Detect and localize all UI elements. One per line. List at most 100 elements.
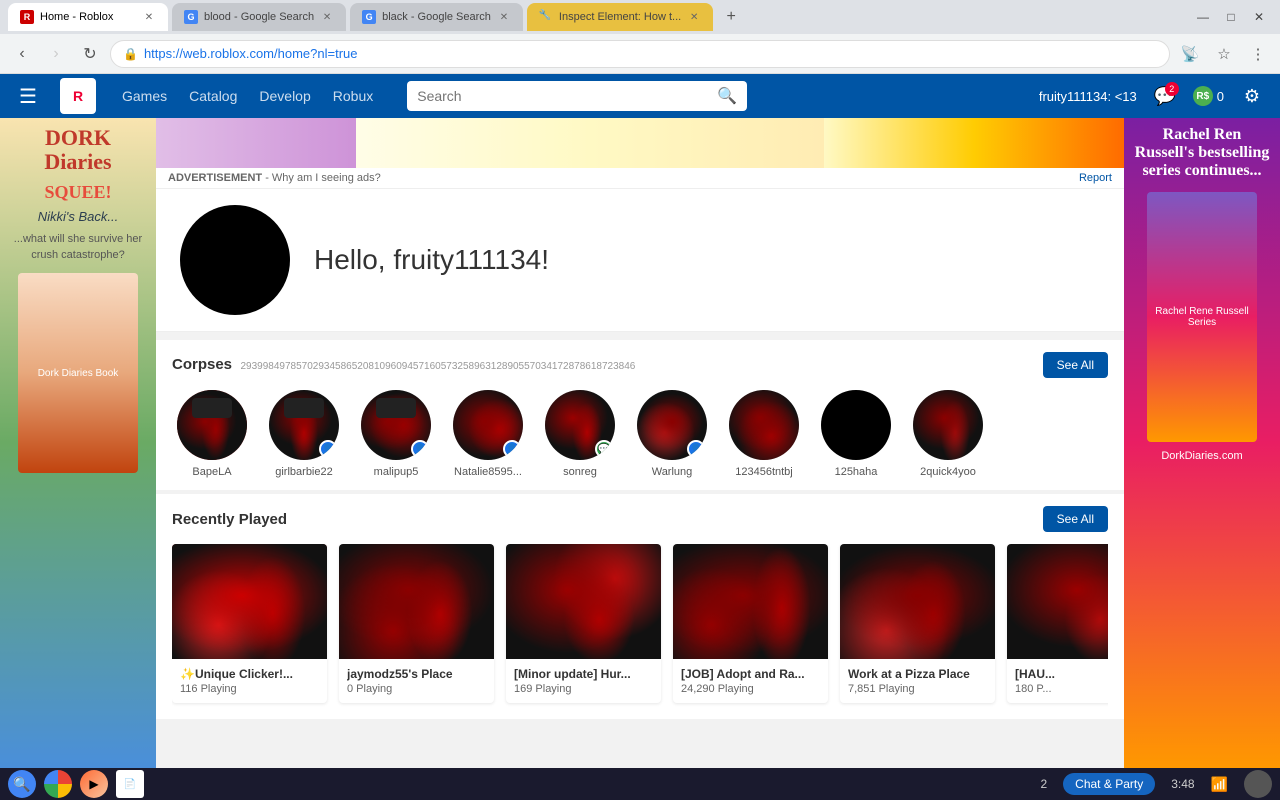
- game-info-5: [HAU... 180 P...: [1007, 659, 1108, 703]
- chat-party-button[interactable]: Chat & Party: [1063, 773, 1155, 795]
- advertisement-label: ADVERTISEMENT - Why am I seeing ads?: [168, 172, 1071, 184]
- taskbar-time: 3:48: [1171, 777, 1194, 791]
- corpses-see-all-button[interactable]: See All: [1043, 352, 1108, 378]
- taskbar-avatar[interactable]: [1244, 770, 1272, 798]
- cast-icon[interactable]: 📡: [1176, 40, 1204, 68]
- game-info-4: Work at a Pizza Place 7,851 Playing: [840, 659, 995, 703]
- friend-avatar-natalie: 👤: [453, 390, 523, 460]
- nav-develop[interactable]: Develop: [249, 82, 320, 110]
- roblox-logo[interactable]: R: [60, 78, 96, 114]
- forward-button[interactable]: ›: [42, 40, 70, 68]
- friend-avatar-malipup5: 👤: [361, 390, 431, 460]
- tab-close-inspect[interactable]: ✕: [687, 10, 701, 24]
- recently-played-see-all-button[interactable]: See All: [1043, 506, 1108, 532]
- bookmark-icon[interactable]: ☆: [1210, 40, 1238, 68]
- tab-favicon-black: G: [362, 10, 376, 24]
- tab-roblox[interactable]: R Home - Roblox ✕: [8, 3, 168, 31]
- recently-played-title: Recently Played: [172, 511, 287, 528]
- taskbar-appstore-button[interactable]: ▶: [80, 770, 108, 798]
- friend-avatar-splat-bapela: [177, 390, 247, 460]
- tab-inspect[interactable]: 🔧 Inspect Element: How t... ✕: [527, 3, 713, 31]
- online-badge-sonreg: 💬: [595, 440, 613, 458]
- taskbar-search-button[interactable]: 🔍: [8, 770, 36, 798]
- tab-label-black: black - Google Search: [382, 11, 491, 23]
- lock-icon: 🔒: [123, 47, 138, 61]
- roblox-header: ☰ R Games Catalog Develop Robux 🔍 fruity…: [0, 74, 1280, 118]
- friend-avatar-bapela: [177, 390, 247, 460]
- game-playing-2: 169 Playing: [514, 683, 653, 695]
- game-title-2: [Minor update] Hur...: [514, 667, 653, 681]
- nav-catalog[interactable]: Catalog: [179, 82, 247, 110]
- url-text: https://web.roblox.com/home?nl=true: [144, 46, 1157, 61]
- online-badge-girlbarbie22: 👤: [319, 440, 337, 458]
- banner-right: [824, 118, 1124, 168]
- friends-grid: BapeLA 👤 girlbarbie22: [172, 390, 1108, 478]
- tab-label-roblox: Home - Roblox: [40, 11, 136, 23]
- nav-robux[interactable]: Robux: [323, 82, 383, 110]
- chat-icon-button[interactable]: 💬 2: [1149, 80, 1181, 112]
- game-playing-1: 0 Playing: [347, 683, 486, 695]
- banner-left: [156, 118, 356, 168]
- friend-name-sonreg: sonreg: [563, 466, 597, 478]
- friend-malipup5: 👤 malipup5: [356, 390, 436, 478]
- tab-blood-search[interactable]: G blood - Google Search ✕: [172, 3, 346, 31]
- back-button[interactable]: ‹: [8, 40, 36, 68]
- search-input[interactable]: [417, 88, 709, 104]
- friend-girlbarbie22: 👤 girlbarbie22: [264, 390, 344, 478]
- game-playing-0: 116 Playing: [180, 683, 319, 695]
- tab-close-black[interactable]: ✕: [497, 10, 511, 24]
- reload-button[interactable]: ↻: [76, 40, 104, 68]
- ad-why-text: - Why am I seeing ads?: [265, 172, 381, 184]
- friend-avatar-splat-123456tntbj: [729, 390, 799, 460]
- tab-black-search[interactable]: G black - Google Search ✕: [350, 3, 523, 31]
- game-playing-5: 180 P...: [1015, 683, 1108, 695]
- new-tab-button[interactable]: +: [717, 3, 745, 31]
- nav-games[interactable]: Games: [112, 82, 177, 110]
- friend-123456tntbj: 123456tntbj: [724, 390, 804, 478]
- taskbar: 🔍 ▶ 📄 2 Chat & Party 3:48 📶: [0, 768, 1280, 800]
- taskbar-wifi-icon: 📶: [1211, 776, 1228, 793]
- game-title-5: [HAU...: [1015, 667, 1108, 681]
- hamburger-button[interactable]: ☰: [12, 80, 44, 112]
- minimize-button[interactable]: —: [1190, 8, 1216, 26]
- left-ad-image: DORKDiaries SQUEE! Nikki's Back... ...wh…: [0, 118, 156, 768]
- game-thumb-1: [339, 544, 494, 659]
- ad-banner-bar: ADVERTISEMENT - Why am I seeing ads? Rep…: [156, 168, 1124, 189]
- game-card-5[interactable]: [HAU... 180 P...: [1007, 544, 1108, 703]
- game-card-0[interactable]: ✨Unique Clicker!... 116 Playing: [172, 544, 327, 703]
- tab-label-inspect: Inspect Element: How t...: [559, 11, 681, 23]
- recently-played-header: Recently Played See All: [172, 506, 1108, 532]
- taskbar-chrome-button[interactable]: [44, 770, 72, 798]
- friend-name-malipup5: malipup5: [374, 466, 419, 478]
- report-link[interactable]: Report: [1079, 172, 1112, 184]
- online-badge-malipup5: 👤: [411, 440, 429, 458]
- settings-icon-button[interactable]: ⚙: [1236, 80, 1268, 112]
- menu-icon[interactable]: ⋮: [1244, 40, 1272, 68]
- search-icon[interactable]: 🔍: [717, 86, 737, 106]
- top-banner: [156, 118, 1124, 168]
- greeting-text: Hello, fruity111134!: [314, 244, 549, 276]
- right-ad-image: Rachel Ren Russell's bestselling series …: [1124, 118, 1280, 768]
- close-button[interactable]: ✕: [1246, 8, 1272, 26]
- tab-favicon-roblox: R: [20, 10, 34, 24]
- corpses-section: Corpses 29399849785702934586520810960945…: [156, 340, 1124, 490]
- url-bar[interactable]: 🔒 https://web.roblox.com/home?nl=true: [110, 40, 1170, 68]
- maximize-button[interactable]: □: [1218, 8, 1244, 26]
- game-card-2[interactable]: [Minor update] Hur... 169 Playing: [506, 544, 661, 703]
- game-card-3[interactable]: [JOB] Adopt and Ra... 24,290 Playing: [673, 544, 828, 703]
- right-ad-title: Rachel Ren Russell's bestselling series …: [1132, 126, 1272, 180]
- game-card-1[interactable]: jaymodz55's Place 0 Playing: [339, 544, 494, 703]
- friend-name-girlbarbie22: girlbarbie22: [275, 466, 332, 478]
- left-ad-title: DORKDiaries: [44, 126, 111, 174]
- game-info-0: ✨Unique Clicker!... 116 Playing: [172, 659, 327, 703]
- tab-close-roblox[interactable]: ✕: [142, 10, 156, 24]
- game-card-4[interactable]: Work at a Pizza Place 7,851 Playing: [840, 544, 995, 703]
- taskbar-docs-button[interactable]: 📄: [116, 770, 144, 798]
- game-playing-3: 24,290 Playing: [681, 683, 820, 695]
- game-thumb-0: [172, 544, 327, 659]
- corpses-subtitle: 2939984978570293458652081096094571605732…: [240, 361, 635, 372]
- robux-display[interactable]: R$ 0: [1193, 86, 1224, 106]
- left-ad-squee: SQUEE!: [44, 182, 111, 203]
- tab-close-blood[interactable]: ✕: [320, 10, 334, 24]
- tab-label-blood: blood - Google Search: [204, 11, 314, 23]
